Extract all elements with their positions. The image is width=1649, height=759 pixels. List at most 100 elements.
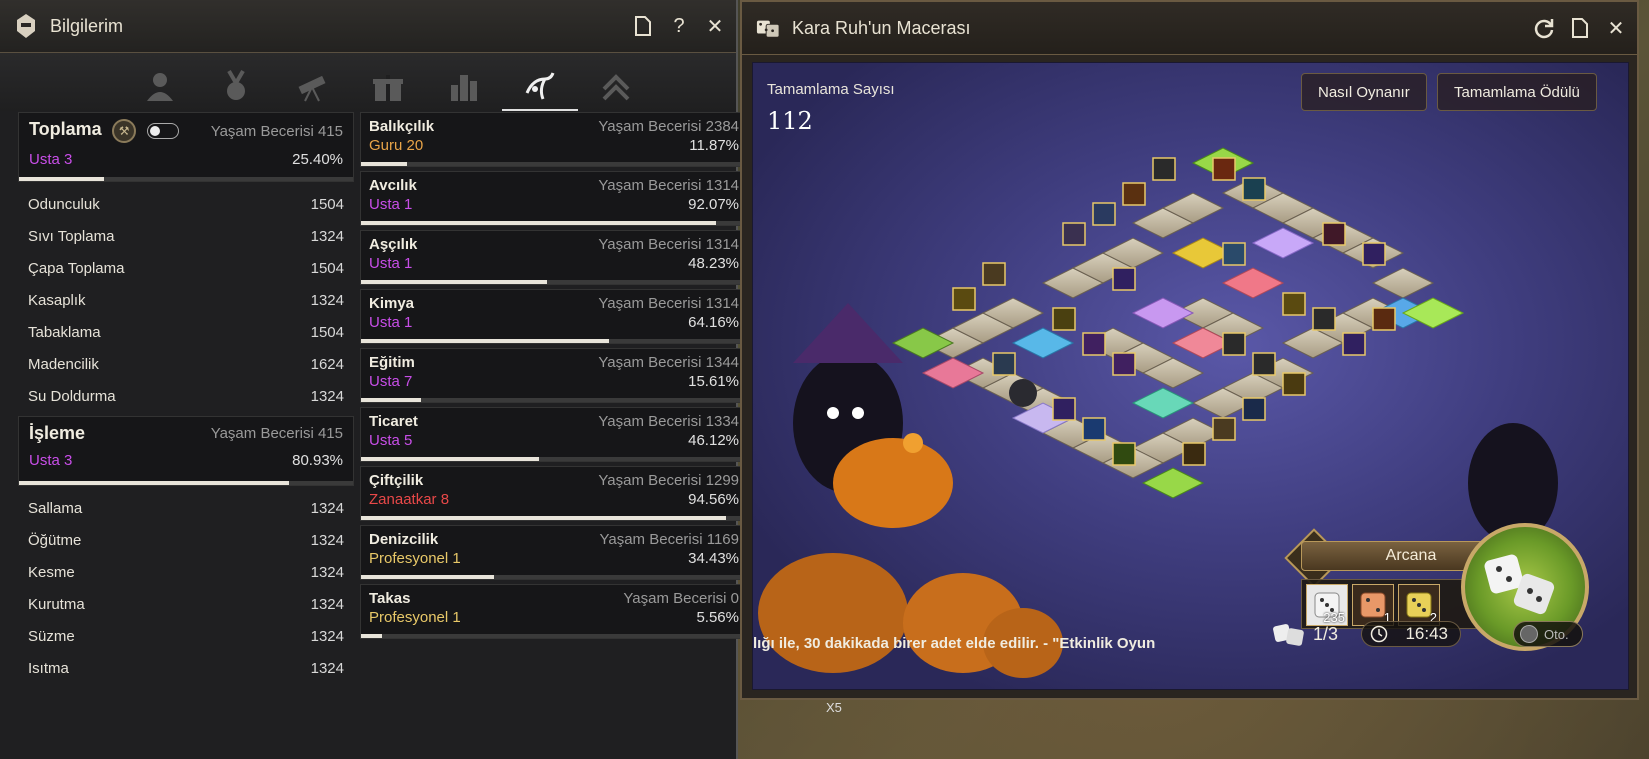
skill-card[interactable]: Takas Yaşam Becerisi 0 Profesyonel 1 5.56%	[360, 584, 748, 639]
list-item: Su Doldurma 1324	[28, 387, 344, 405]
skill-rank: Usta 1	[369, 196, 413, 213]
tab-gifts[interactable]	[350, 61, 426, 111]
gift-icon	[373, 75, 403, 101]
dice-icon	[1273, 624, 1304, 646]
processing-title: İşleme	[29, 423, 86, 443]
gathering-title: Toplama	[29, 119, 102, 140]
skill-progress-bar	[361, 339, 747, 343]
skill-name: Aşçılık	[369, 236, 418, 253]
skill-level: Yaşam Becerisi 1169	[599, 531, 739, 548]
fishing-icon	[525, 72, 555, 100]
tab-medals[interactable]	[198, 61, 274, 111]
tab-rank[interactable]	[578, 61, 654, 111]
skill-percent: 64.16%	[688, 314, 739, 331]
skill-card[interactable]: Eğitim Yaşam Becerisi 1344 Usta 7 15.61%	[360, 348, 748, 403]
skill-progress-bar	[361, 457, 747, 461]
bars-icon	[451, 75, 477, 101]
skill-rank: Profesyonel 1	[369, 609, 461, 626]
skill-progress-bar	[361, 398, 747, 402]
skill-level: Yaşam Becerisi 2384	[598, 118, 739, 135]
skill-level: Yaşam Becerisi 1344	[598, 354, 739, 371]
skill-card[interactable]: Avcılık Yaşam Becerisi 1314 Usta 1 92.07%	[360, 171, 748, 226]
tab-stats[interactable]	[426, 61, 502, 111]
list-item: Kasaplık 1324	[28, 291, 344, 309]
list-item: Kesme 1324	[28, 563, 344, 581]
skill-rank: Usta 1	[369, 314, 413, 331]
game-board[interactable]: Tamamlama Sayısı 112 Nasıl Oynanır Tamam…	[752, 62, 1629, 690]
skill-progress-bar	[361, 634, 747, 638]
document-icon[interactable]	[1569, 17, 1591, 39]
event-ticker: lığı ile, 30 dakikada birer adet elde ed…	[753, 635, 1156, 652]
gathering-toggle[interactable]	[146, 123, 179, 139]
gathering-rank: Usta 3	[29, 151, 73, 168]
pickaxe-icon[interactable]: ⚒	[112, 119, 137, 143]
skill-level: Yaşam Becerisi 1314	[598, 177, 739, 194]
skill-rank: Usta 7	[369, 373, 413, 390]
skill-name: Takas	[369, 590, 411, 607]
list-item: Öğütme 1324	[28, 531, 344, 549]
yellow-die-slot[interactable]: 2	[1398, 584, 1440, 626]
skill-level: Yaşam Becerisi 1299	[598, 472, 739, 489]
skill-card[interactable]: Çiftçilik Yaşam Becerisi 1299 Zanaatkar 8 9…	[360, 466, 748, 521]
roll-counter: 1/3	[1273, 621, 1338, 647]
orange-die-slot[interactable]: 1	[1352, 584, 1394, 626]
skill-percent: 92.07%	[688, 196, 739, 213]
gathering-skill-level: Yaşam Becerisi 415	[210, 122, 343, 140]
skill-rank: Usta 1	[369, 255, 413, 272]
skill-name: Eğitim	[369, 354, 415, 371]
skill-name: Ticaret	[369, 413, 418, 430]
skill-rank: Usta 5	[369, 432, 413, 449]
refresh-icon[interactable]	[1533, 17, 1555, 39]
processing-list: Sallama 1324 Öğütme 1324 Kesme 1324 Kurutma…	[18, 486, 354, 688]
info-window: Bilgilerim ? ✕ Toplama ⚒ Yaşam Becerisi …	[0, 0, 748, 759]
skill-percent: 11.87%	[689, 137, 739, 154]
processing-percent: 80.93%	[292, 452, 343, 469]
chevrons-icon	[602, 74, 630, 101]
document-icon[interactable]	[632, 15, 654, 37]
skill-card[interactable]: Denizcilik Yaşam Becerisi 1169 Profesyonel…	[360, 525, 748, 580]
medal-icon	[227, 69, 245, 100]
gathering-percent: 25.40%	[292, 151, 343, 168]
list-item: Süzme 1324	[28, 627, 344, 645]
minigame-window: Kara Ruh'un Macerası ✕ Tamamlama Sayısı …	[740, 0, 1639, 700]
arcana-label: Arcana	[1301, 541, 1491, 571]
close-button[interactable]: ✕	[1605, 17, 1627, 40]
skill-progress-bar	[361, 162, 747, 166]
dice-icon	[756, 15, 780, 41]
tab-profile[interactable]	[122, 61, 198, 111]
timer: 16:43	[1361, 621, 1461, 647]
skill-level: Yaşam Becerisi 0	[623, 590, 739, 607]
tab-exploration[interactable]	[274, 61, 350, 111]
window-title: Kara Ruh'un Macerası	[792, 17, 971, 38]
skill-card[interactable]: Balıkçılık Yaşam Becerisi 2384 Guru 20 11.8…	[360, 112, 748, 167]
skill-rank: Zanaatkar 8	[369, 491, 450, 508]
person-icon	[147, 73, 173, 101]
skill-rank: Guru 20	[369, 137, 424, 154]
skill-name: Avcılık	[369, 177, 417, 194]
white-die-slot[interactable]: 235	[1306, 584, 1348, 626]
tab-life-skills[interactable]	[502, 61, 578, 111]
toggle-knob	[1520, 625, 1538, 643]
info-titlebar[interactable]: Bilgilerim ? ✕	[0, 0, 736, 53]
processing-rank: Usta 3	[29, 452, 73, 469]
list-item: Sıvı Toplama 1324	[28, 227, 344, 245]
minigame-titlebar[interactable]: Kara Ruh'un Macerası ✕	[742, 2, 1637, 55]
life-skills-list: Balıkçılık Yaşam Becerisi 2384 Guru 20 11.8…	[360, 112, 748, 643]
help-button[interactable]: ?	[668, 15, 690, 37]
skill-name: Balıkçılık	[369, 118, 435, 135]
skill-percent: 15.61%	[688, 373, 739, 390]
skill-percent: 46.12%	[688, 432, 739, 449]
list-item: Sallama 1324	[28, 499, 344, 517]
close-button[interactable]: ✕	[704, 15, 726, 38]
list-item: Madencilik 1624	[28, 355, 344, 373]
skill-percent: 34.43%	[688, 550, 739, 567]
auto-toggle[interactable]: Oto.	[1513, 621, 1583, 647]
processing-progress-bar	[19, 481, 353, 485]
skill-percent: 94.56%	[688, 491, 739, 508]
list-item: Tabaklama 1504	[28, 323, 344, 341]
skill-progress-bar	[361, 575, 747, 579]
skill-card[interactable]: Aşçılık Yaşam Becerisi 1314 Usta 1 48.23%	[360, 230, 748, 285]
skill-card[interactable]: Kimya Yaşam Becerisi 1314 Usta 1 64.16%	[360, 289, 748, 344]
list-item: Odunculuk 1504	[28, 195, 344, 213]
skill-card[interactable]: Ticaret Yaşam Becerisi 1334 Usta 5 46.12%	[360, 407, 748, 462]
